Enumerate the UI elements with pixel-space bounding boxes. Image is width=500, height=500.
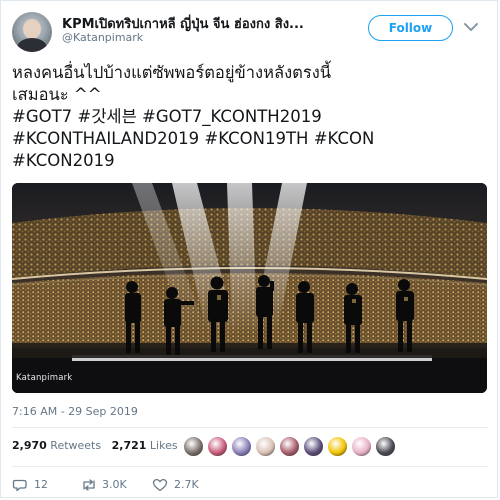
like-count: 2.7K [174, 478, 199, 491]
liker-avatar[interactable] [183, 436, 204, 457]
liker-avatar[interactable] [279, 436, 300, 457]
liker-avatar[interactable] [327, 436, 348, 457]
hashtag-line[interactable]: #GOT7 #갓세븐 #GOT7_KCONTH2019 [12, 106, 488, 128]
retweets-label[interactable]: Retweets [50, 439, 101, 452]
liker-avatar[interactable] [303, 436, 324, 457]
reply-count: 12 [34, 478, 48, 491]
avatar-body [17, 38, 47, 52]
tweet-text: หลงคนอื่นไปบ้างแต่ซัพพอร์ตอยู่ข้างหลังตร… [12, 62, 488, 172]
photo-watermark: Katanpimark [16, 373, 73, 383]
heart-icon [152, 478, 168, 492]
divider [12, 427, 488, 428]
tweet-text-line: เสมอนะ ^^ [12, 85, 102, 104]
chevron-down-icon[interactable] [463, 21, 479, 33]
retweets-count[interactable]: 2,970 [12, 439, 47, 452]
tweet-text-line: หลงคนอื่นไปบ้างแต่ซัพพอร์ตอยู่ข้างหลังตร… [12, 63, 332, 82]
likes-count[interactable]: 2,721 [112, 439, 147, 452]
likes-label[interactable]: Likes [150, 439, 178, 452]
concert-photo-illustration [12, 183, 487, 393]
divider [12, 466, 488, 467]
tweet-photo[interactable] [12, 183, 487, 393]
avatar-face [23, 19, 41, 39]
liker-avatar[interactable] [255, 436, 276, 457]
retweet-count: 3.0K [102, 478, 127, 491]
engagement-stats: 2,970 Retweets 2,721 Likes [12, 439, 178, 452]
reply-icon [12, 479, 27, 492]
follow-button[interactable]: Follow [368, 15, 453, 41]
user-avatar[interactable] [12, 12, 52, 52]
liker-avatar[interactable] [207, 436, 228, 457]
tweet-timestamp[interactable]: 7:16 AM - 29 Sep 2019 [12, 405, 138, 418]
liker-avatar[interactable] [375, 436, 396, 457]
liker-avatar[interactable] [231, 436, 252, 457]
retweet-icon [83, 479, 95, 491]
liker-avatar[interactable] [351, 436, 372, 457]
user-handle[interactable]: @Katanpimark [62, 31, 143, 44]
hashtag-line[interactable]: #KCONTHAILAND2019 #KCON19TH #KCON [12, 128, 488, 150]
hashtag-line[interactable]: #KCON2019 [12, 150, 488, 172]
